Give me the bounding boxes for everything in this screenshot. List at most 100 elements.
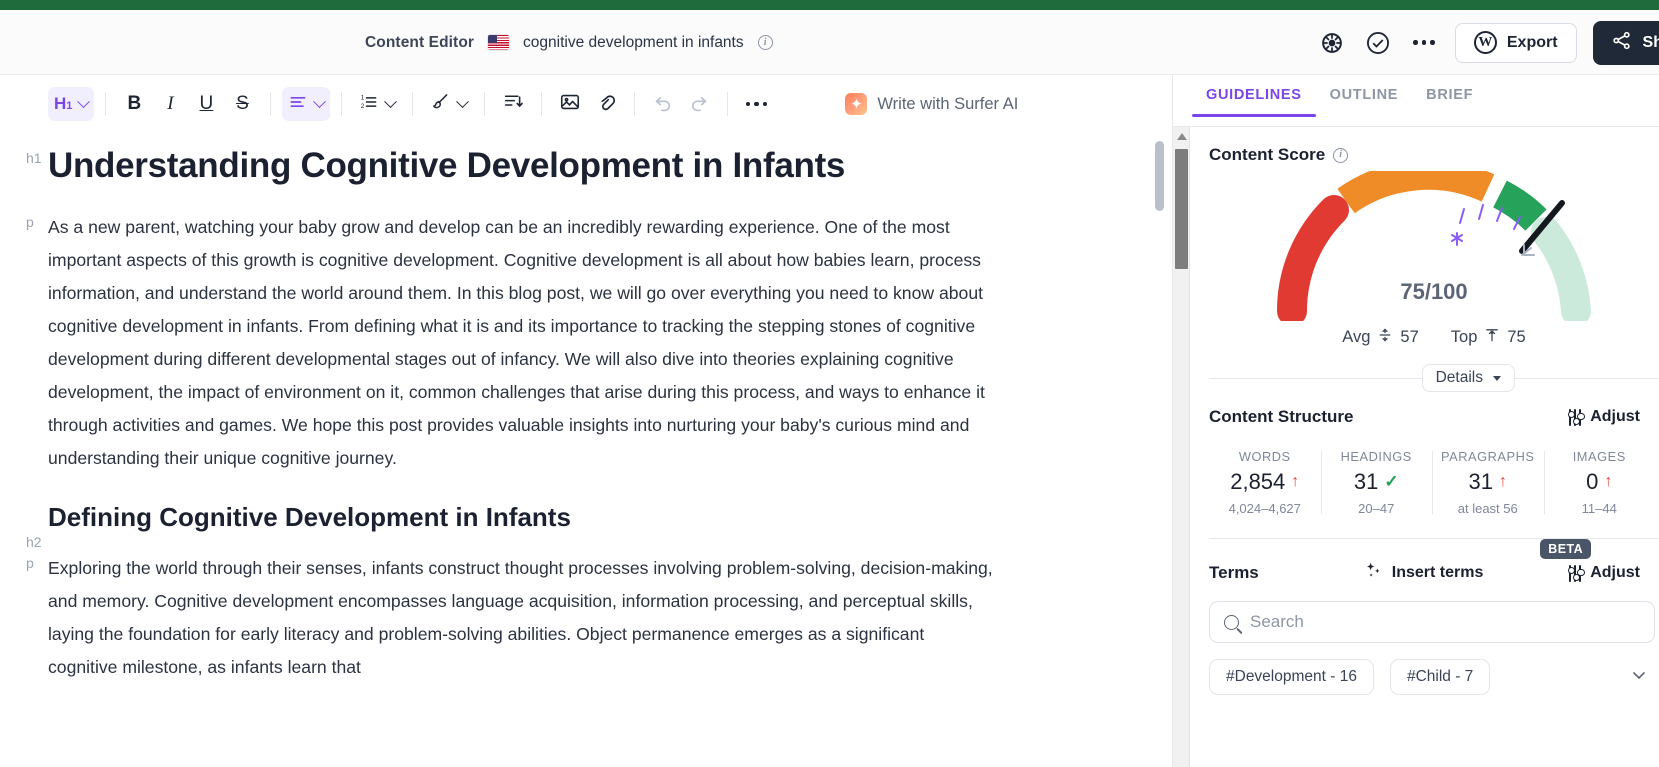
editor-toolbar: H1 B I U S 1 2 ✦ Write with Surfer AI xyxy=(0,75,1172,133)
export-button[interactable]: W Export xyxy=(1454,22,1577,63)
check-circle-icon[interactable] xyxy=(1363,28,1393,58)
stat-target: 20–47 xyxy=(1358,501,1395,516)
sliders-icon xyxy=(1567,408,1586,426)
terms-title: Terms xyxy=(1209,563,1259,582)
check-icon: ✓ xyxy=(1384,472,1399,491)
terms-search-box[interactable] xyxy=(1209,601,1655,643)
heading-level-dropdown[interactable]: H1 xyxy=(48,87,95,121)
write-with-surfer-ai-label: Write with Surfer AI xyxy=(877,94,1019,113)
info-icon[interactable]: i xyxy=(1333,147,1349,163)
insert-terms-button[interactable]: Insert terms xyxy=(1364,561,1484,585)
undo-button[interactable] xyxy=(646,87,680,121)
content-score-section: Content Score i 75/100 Avg 57 Top 75 Det… xyxy=(1209,127,1659,405)
content-score-value: 75 xyxy=(1400,279,1425,304)
align-dropdown[interactable] xyxy=(282,87,331,121)
share-button[interactable]: Sh xyxy=(1592,20,1659,65)
tab-brief[interactable]: BRIEF xyxy=(1412,75,1487,116)
toolbar-divider xyxy=(727,92,729,116)
average-icon xyxy=(1377,327,1393,348)
top-score: Top 75 xyxy=(1451,327,1526,348)
stat-label: IMAGES xyxy=(1572,449,1626,464)
top-label: Top xyxy=(1450,328,1478,346)
tab-guidelines[interactable]: GUIDELINES xyxy=(1192,75,1316,117)
heading-level-number: 1 xyxy=(66,100,73,112)
stat-images: IMAGES 0 ↑ 11–44 xyxy=(1543,449,1656,516)
content-editor-app: Content Editor cognitive development in … xyxy=(0,0,1659,767)
brush-dropdown[interactable] xyxy=(424,87,473,121)
block-tag-label: h1 xyxy=(26,150,42,166)
document-block-h1: h1 Understanding Cognitive Development i… xyxy=(26,143,1112,189)
chevron-down-icon[interactable] xyxy=(1629,665,1649,690)
stat-value-row: 0 ↑ xyxy=(1546,469,1654,495)
search-input[interactable] xyxy=(1250,612,1640,632)
content-score-value-wrap: 75/100 xyxy=(1274,262,1594,309)
underline-button[interactable]: U xyxy=(189,87,223,121)
stat-label: WORDS xyxy=(1238,449,1291,464)
score-benchmarks: Avg 57 Top 75 xyxy=(1209,327,1659,348)
list-dropdown[interactable]: 1 2 xyxy=(353,87,401,121)
toolbar-divider xyxy=(105,92,107,116)
document-canvas[interactable]: h1 Understanding Cognitive Development i… xyxy=(0,133,1172,767)
document-heading-2[interactable]: Defining Cognitive Development in Infant… xyxy=(48,501,1112,535)
svg-text:1: 1 xyxy=(361,94,365,101)
insert-terms-label: Insert terms xyxy=(1391,564,1484,581)
editor-scrollbar[interactable] xyxy=(1154,133,1164,767)
strikethrough-label: S xyxy=(236,93,249,114)
link-icon xyxy=(595,91,617,118)
document-paragraph[interactable]: Exploring the world through their senses… xyxy=(48,552,993,684)
document-block-p1: p As a new parent, watching your baby gr… xyxy=(26,211,1112,475)
term-chip[interactable]: #Development - 16 xyxy=(1209,659,1374,695)
editor-scrollbar-thumb[interactable] xyxy=(1155,141,1164,211)
stat-paragraphs: PARAGRAPHS 31 ↑ at least 56 xyxy=(1432,449,1544,516)
sidebar-scrollbar-thumb[interactable] xyxy=(1175,149,1188,269)
content-score-gauge: 75/100 xyxy=(1274,159,1594,326)
stat-value-row: 31 ✓ xyxy=(1323,469,1431,495)
italic-label: I xyxy=(167,93,174,114)
indent-icon xyxy=(503,91,524,117)
content-structure-title: Content Structure xyxy=(1209,407,1354,426)
indent-button[interactable] xyxy=(496,87,530,121)
tab-outline[interactable]: OUTLINE xyxy=(1316,75,1413,116)
strikethrough-button[interactable]: S xyxy=(225,87,259,121)
gear-icon[interactable] xyxy=(1317,28,1347,58)
keyword-label: cognitive development in infants xyxy=(523,33,744,51)
terms-adjust-button[interactable]: Adjust xyxy=(1567,564,1640,582)
block-tag-label: p xyxy=(26,555,34,572)
sidebar-scrollbar[interactable] xyxy=(1173,127,1190,767)
content-structure-adjust-button[interactable]: Adjust xyxy=(1567,408,1640,426)
scroll-up-arrow-icon[interactable] xyxy=(1177,133,1187,140)
wordpress-icon: W xyxy=(1473,31,1497,54)
stat-value: 31 xyxy=(1353,469,1379,494)
top-accent-bar xyxy=(0,0,1659,10)
block-tag-label: h2 xyxy=(26,533,42,550)
export-button-label: Export xyxy=(1506,33,1558,51)
stat-target: 11–44 xyxy=(1581,501,1617,516)
stat-value: 0 xyxy=(1586,469,1599,494)
document-heading-1[interactable]: Understanding Cognitive Development in I… xyxy=(48,143,1112,189)
stat-headings: HEADINGS 31 ✓ 20–47 xyxy=(1320,449,1433,516)
stat-label: PARAGRAPHS xyxy=(1441,449,1535,464)
insert-link-button[interactable] xyxy=(589,87,623,121)
undo-icon xyxy=(652,91,674,118)
arrow-up-icon: ↑ xyxy=(1291,473,1300,490)
avg-value: 57 xyxy=(1400,328,1419,346)
info-icon[interactable]: i xyxy=(757,35,773,50)
italic-button[interactable]: I xyxy=(153,87,187,121)
toolbar-more-button[interactable] xyxy=(739,87,773,121)
content-structure-header: Content Structure Adjust xyxy=(1209,407,1659,427)
arrow-up-icon: ↑ xyxy=(1604,473,1613,490)
top-arrow-icon xyxy=(1484,327,1500,348)
svg-text:2: 2 xyxy=(361,102,365,109)
details-dropdown[interactable]: Details xyxy=(1421,364,1515,392)
redo-button[interactable] xyxy=(682,87,716,121)
more-horizontal-icon[interactable] xyxy=(1409,28,1439,58)
document-paragraph[interactable]: As a new parent, watching your baby grow… xyxy=(48,211,993,475)
terms-header: Terms Insert terms BETA Adjust xyxy=(1209,539,1659,585)
term-chip[interactable]: #Child - 7 xyxy=(1389,659,1491,695)
insert-image-button[interactable] xyxy=(553,87,587,121)
stat-value-row: 2,854 ↑ xyxy=(1211,469,1319,495)
heading-level-label: H xyxy=(54,94,67,113)
details-label: Details xyxy=(1435,369,1483,386)
bold-button[interactable]: B xyxy=(117,87,151,121)
write-with-surfer-ai-button[interactable]: Write with Surfer AI xyxy=(845,93,1018,115)
